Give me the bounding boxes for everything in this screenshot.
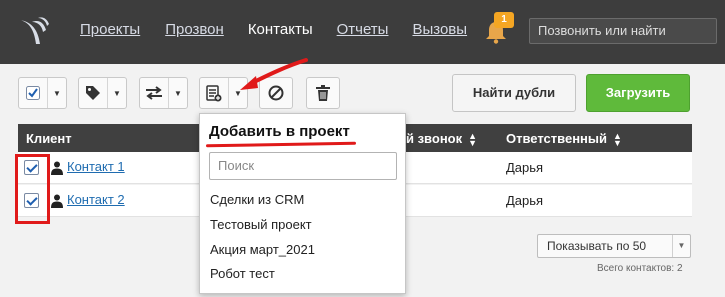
column-client[interactable]: Клиент bbox=[26, 131, 72, 146]
search-input[interactable]: Позвонить или найти bbox=[529, 18, 717, 44]
transfer-arrows-icon bbox=[146, 86, 162, 100]
chevron-down-icon[interactable]: ▼ bbox=[48, 78, 66, 108]
find-duplicates-button[interactable]: Найти дубли bbox=[452, 74, 576, 112]
project-option[interactable]: Робот тест bbox=[210, 266, 275, 281]
nav-calls-campaign[interactable]: Прозвон bbox=[165, 21, 224, 38]
annotation-arrow-icon bbox=[240, 58, 308, 90]
main-nav: Проекты Прозвон Контакты Отчеты Вызовы bbox=[80, 21, 491, 38]
select-button[interactable]: ▼ bbox=[18, 77, 67, 109]
project-option[interactable]: Сделки из CRM bbox=[210, 192, 304, 207]
app-logo-icon[interactable] bbox=[14, 12, 54, 52]
responsible-cell: Дарья bbox=[506, 160, 544, 175]
dropdown-search-input[interactable]: Поиск bbox=[209, 152, 397, 180]
chevron-down-icon[interactable]: ▼ bbox=[108, 78, 126, 108]
dropdown-title: Добавить в проект bbox=[209, 123, 350, 140]
highlight-underline bbox=[205, 141, 357, 148]
project-option[interactable]: Акция март_2021 bbox=[210, 242, 315, 257]
trash-icon bbox=[316, 85, 330, 101]
total-count: Всего контактов: 2 bbox=[597, 263, 683, 274]
checkbox-icon bbox=[26, 86, 40, 100]
sort-icon: ▲ ▼ bbox=[613, 130, 622, 148]
sort-icon: ▲ ▼ bbox=[468, 130, 478, 148]
highlight-box bbox=[15, 154, 50, 224]
person-icon bbox=[51, 161, 63, 175]
add-to-project-dropdown: Добавить в проект Поиск Сделки из CRM Те… bbox=[199, 113, 406, 294]
tag-icon bbox=[86, 86, 100, 100]
nav-reports[interactable]: Отчеты bbox=[337, 21, 389, 38]
tag-button[interactable]: ▼ bbox=[78, 77, 127, 109]
transfer-button[interactable]: ▼ bbox=[139, 77, 188, 109]
top-bar: Проекты Прозвон Контакты Отчеты Вызовы 1… bbox=[0, 0, 725, 64]
notification-badge: 1 bbox=[494, 12, 514, 28]
page-size-select[interactable]: Показывать по 50 ▼ bbox=[537, 234, 691, 258]
load-button[interactable]: Загрузить bbox=[586, 74, 690, 112]
chevron-down-icon: ▼ bbox=[672, 235, 690, 257]
chevron-down-icon[interactable]: ▼ bbox=[169, 78, 187, 108]
contact-link[interactable]: Контакт 1 bbox=[67, 159, 125, 174]
nav-projects[interactable]: Проекты bbox=[80, 21, 140, 38]
project-option[interactable]: Тестовый проект bbox=[210, 217, 312, 232]
nav-contacts[interactable]: Контакты bbox=[248, 21, 313, 38]
column-last-call[interactable]: ий звонок ▲ ▼ bbox=[398, 131, 477, 147]
responsible-cell: Дарья bbox=[506, 193, 544, 208]
contact-link[interactable]: Контакт 2 bbox=[67, 192, 125, 207]
list-add-icon bbox=[206, 84, 222, 101]
nav-calls[interactable]: Вызовы bbox=[412, 21, 467, 38]
person-icon bbox=[51, 194, 63, 208]
column-responsible[interactable]: Ответственный ▲ ▼ bbox=[506, 131, 622, 147]
